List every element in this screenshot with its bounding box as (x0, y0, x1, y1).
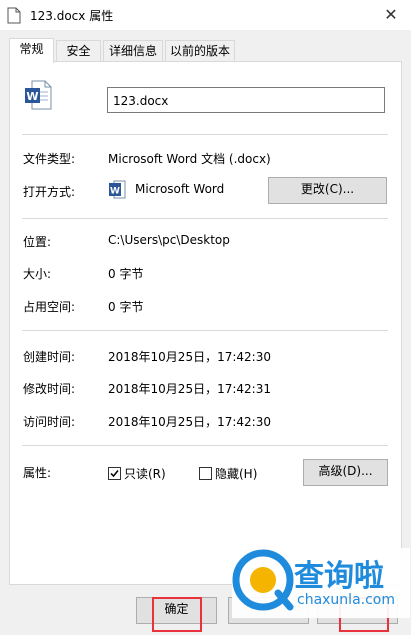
tab-previous-versions[interactable]: 以前的版本 (165, 40, 235, 62)
file-type-value: Microsoft Word 文档 (.docx) (108, 152, 271, 166)
tab-security[interactable]: 安全 (56, 40, 101, 62)
opens-with-label: 打开方式: (23, 185, 76, 199)
hidden-label[interactable]: 隐藏(H) (215, 465, 257, 482)
advanced-button[interactable]: 高级(D)... (303, 459, 388, 486)
separator (22, 330, 388, 331)
location-label: 位置: (23, 235, 52, 249)
document-icon (7, 7, 21, 24)
title-bar: 123.docx 属性 ✕ (0, 0, 411, 30)
separator (22, 218, 388, 219)
word-file-icon: W (25, 80, 52, 110)
general-panel (9, 61, 402, 585)
word-app-icon: W (109, 180, 126, 199)
separator (22, 134, 388, 135)
attributes-label: 属性: (23, 466, 52, 480)
watermark-url: chaxunla.com (297, 592, 395, 608)
accessed-label: 访问时间: (23, 415, 76, 429)
tab-general[interactable]: 常规 (9, 38, 54, 63)
readonly-checkbox[interactable] (108, 467, 121, 480)
svg-text:W: W (26, 90, 38, 103)
readonly-label[interactable]: 只读(R) (124, 465, 166, 482)
accessed-value: 2018年10月25日，17:42:30 (108, 415, 271, 429)
change-button[interactable]: 更改(C)... (268, 177, 387, 204)
file-type-label: 文件类型: (23, 152, 76, 166)
checkmark-icon (110, 470, 119, 478)
window-title: 123.docx 属性 (30, 9, 114, 23)
tab-details[interactable]: 详细信息 (103, 40, 163, 62)
modified-label: 修改时间: (23, 382, 76, 396)
watermark-text: 查询啦 (294, 559, 384, 594)
highlight-box-ok (152, 597, 202, 632)
size-on-disk-label: 占用空间: (23, 300, 76, 314)
size-label: 大小: (23, 267, 52, 281)
close-button[interactable]: ✕ (376, 3, 406, 27)
hidden-checkbox[interactable] (199, 467, 212, 480)
separator (22, 445, 388, 446)
watermark-logo (232, 549, 294, 611)
filename-input[interactable]: 123.docx (107, 87, 385, 113)
created-value: 2018年10月25日，17:42:30 (108, 350, 271, 364)
size-value: 0 字节 (108, 267, 144, 281)
modified-value: 2018年10月25日，17:42:31 (108, 382, 271, 396)
location-value: C:\Users\pc\Desktop (108, 233, 230, 247)
size-on-disk-value: 0 字节 (108, 300, 144, 314)
opens-with-value: Microsoft Word (135, 182, 225, 196)
svg-text:W: W (110, 187, 120, 197)
created-label: 创建时间: (23, 350, 76, 364)
